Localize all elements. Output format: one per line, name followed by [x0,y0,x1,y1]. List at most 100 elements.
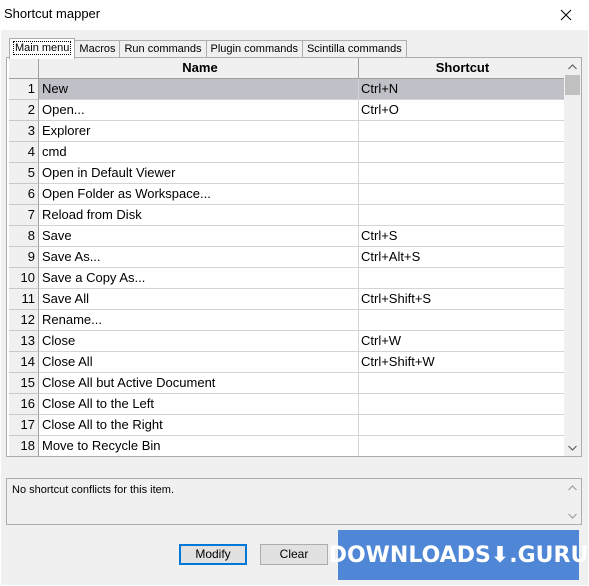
row-number-cell[interactable]: 5 [9,163,39,184]
table-row[interactable]: 3 Explorer [9,121,565,142]
info-scrollbar[interactable] [564,479,581,524]
shortcut-cell[interactable]: Ctrl+S [359,226,565,247]
command-name-cell[interactable]: Open... [39,100,359,121]
shortcut-cell[interactable] [359,205,565,226]
shortcut-cell[interactable]: Ctrl+O [359,100,565,121]
modify-button[interactable]: Modify [179,544,247,565]
row-number-cell[interactable]: 18 [9,436,39,456]
table-row[interactable]: 11 Save All Ctrl+Shift+S [9,289,565,310]
command-name-cell[interactable]: Reload from Disk [39,205,359,226]
command-name-cell[interactable]: New [39,79,359,100]
table-row[interactable]: 14 Close All Ctrl+Shift+W [9,352,565,373]
scrollbar-thumb[interactable] [565,75,580,95]
tab-scintilla-commands[interactable]: Scintilla commands [301,40,407,58]
table-row[interactable]: 12 Rename... [9,310,565,331]
shortcut-cell[interactable]: Ctrl+W [359,331,565,352]
tab-strip: Main menu Macros Run commands Plugin com… [9,38,407,59]
table-row[interactable]: 18 Move to Recycle Bin [9,436,565,456]
command-name-cell[interactable]: Close All to the Left [39,394,359,415]
grid-vertical-scrollbar[interactable] [564,58,581,456]
table-row[interactable]: 10 Save a Copy As... [9,268,565,289]
table-row[interactable]: 15 Close All but Active Document [9,373,565,394]
table-row[interactable]: 9 Save As... Ctrl+Alt+S [9,247,565,268]
row-number-cell[interactable]: 10 [9,268,39,289]
shortcut-cell[interactable] [359,268,565,289]
shortcut-cell[interactable] [359,373,565,394]
row-number-cell[interactable]: 9 [9,247,39,268]
command-name-cell[interactable]: Save a Copy As... [39,268,359,289]
grid-header-row: Name Shortcut [9,58,565,79]
table-row[interactable]: 7 Reload from Disk [9,205,565,226]
row-number-cell[interactable]: 16 [9,394,39,415]
row-number-cell[interactable]: 12 [9,310,39,331]
shortcut-grid-panel: Name Shortcut 1 New Ctrl+N 2 Open... Ctrl+O 3 E… [6,57,582,457]
chevron-up-icon [568,63,577,69]
table-row[interactable]: 2 Open... Ctrl+O [9,100,565,121]
command-name-cell[interactable]: Close All but Active Document [39,373,359,394]
tab-run-commands[interactable]: Run commands [119,40,207,58]
conflict-info-box[interactable]: No shortcut conflicts for this item. [6,478,582,525]
command-name-cell[interactable]: Save [39,226,359,247]
scroll-up-arrow[interactable] [564,58,581,75]
table-row[interactable]: 13 Close Ctrl+W [9,331,565,352]
command-name-cell[interactable]: Save As... [39,247,359,268]
close-icon [560,9,572,21]
table-row[interactable]: 6 Open Folder as Workspace... [9,184,565,205]
conflict-info-text: No shortcut conflicts for this item. [12,484,174,496]
row-number-cell[interactable]: 17 [9,415,39,436]
table-row[interactable]: 8 Save Ctrl+S [9,226,565,247]
shortcut-column-header[interactable]: Shortcut [359,58,565,79]
command-name-cell[interactable]: Explorer [39,121,359,142]
clear-button[interactable]: Clear [260,544,328,565]
tab-main-menu[interactable]: Main menu [9,38,76,59]
row-number-cell[interactable]: 1 [9,79,39,100]
row-number-cell[interactable]: 11 [9,289,39,310]
command-name-cell[interactable]: Close All [39,352,359,373]
scroll-down-arrow[interactable] [564,439,581,456]
shortcut-cell[interactable] [359,184,565,205]
chevron-down-icon [568,445,577,451]
shortcut-cell[interactable] [359,394,565,415]
shortcut-cell[interactable] [359,436,565,456]
shortcut-cell[interactable]: Ctrl+N [359,79,565,100]
command-name-cell[interactable]: Close [39,331,359,352]
row-number-cell[interactable]: 7 [9,205,39,226]
shortcut-cell[interactable] [359,121,565,142]
shortcut-cell[interactable]: Ctrl+Alt+S [359,247,565,268]
tab-macros[interactable]: Macros [74,40,121,58]
shortcut-cell[interactable]: Ctrl+Shift+W [359,352,565,373]
watermark-logo: DOWNLOADS⬇.GURU [329,530,588,580]
tab-plugin-commands[interactable]: Plugin commands [205,40,303,58]
row-number-header [9,58,39,79]
shortcut-grid[interactable]: Name Shortcut 1 New Ctrl+N 2 Open... Ctrl+O 3 E… [9,58,565,456]
row-number-cell[interactable]: 14 [9,352,39,373]
info-scroll-up-arrow[interactable] [564,479,581,496]
shortcut-cell[interactable] [359,310,565,331]
shortcut-cell[interactable] [359,415,565,436]
command-name-cell[interactable]: Rename... [39,310,359,331]
row-number-cell[interactable]: 15 [9,373,39,394]
command-name-cell[interactable]: Close All to the Right [39,415,359,436]
command-name-cell[interactable]: Save All [39,289,359,310]
row-number-cell[interactable]: 4 [9,142,39,163]
close-button[interactable] [543,0,589,30]
row-number-cell[interactable]: 8 [9,226,39,247]
info-scroll-down-arrow[interactable] [564,507,581,524]
row-number-cell[interactable]: 3 [9,121,39,142]
command-name-cell[interactable]: cmd [39,142,359,163]
command-name-cell[interactable]: Open Folder as Workspace... [39,184,359,205]
table-row[interactable]: 4 cmd [9,142,565,163]
table-row[interactable]: 16 Close All to the Left [9,394,565,415]
shortcut-cell[interactable] [359,163,565,184]
shortcut-cell[interactable] [359,142,565,163]
table-row[interactable]: 5 Open in Default Viewer [9,163,565,184]
row-number-cell[interactable]: 13 [9,331,39,352]
shortcut-cell[interactable]: Ctrl+Shift+S [359,289,565,310]
row-number-cell[interactable]: 2 [9,100,39,121]
command-name-cell[interactable]: Open in Default Viewer [39,163,359,184]
table-row[interactable]: 17 Close All to the Right [9,415,565,436]
command-name-cell[interactable]: Move to Recycle Bin [39,436,359,456]
name-column-header[interactable]: Name [39,58,359,79]
row-number-cell[interactable]: 6 [9,184,39,205]
table-row[interactable]: 1 New Ctrl+N [9,79,565,100]
